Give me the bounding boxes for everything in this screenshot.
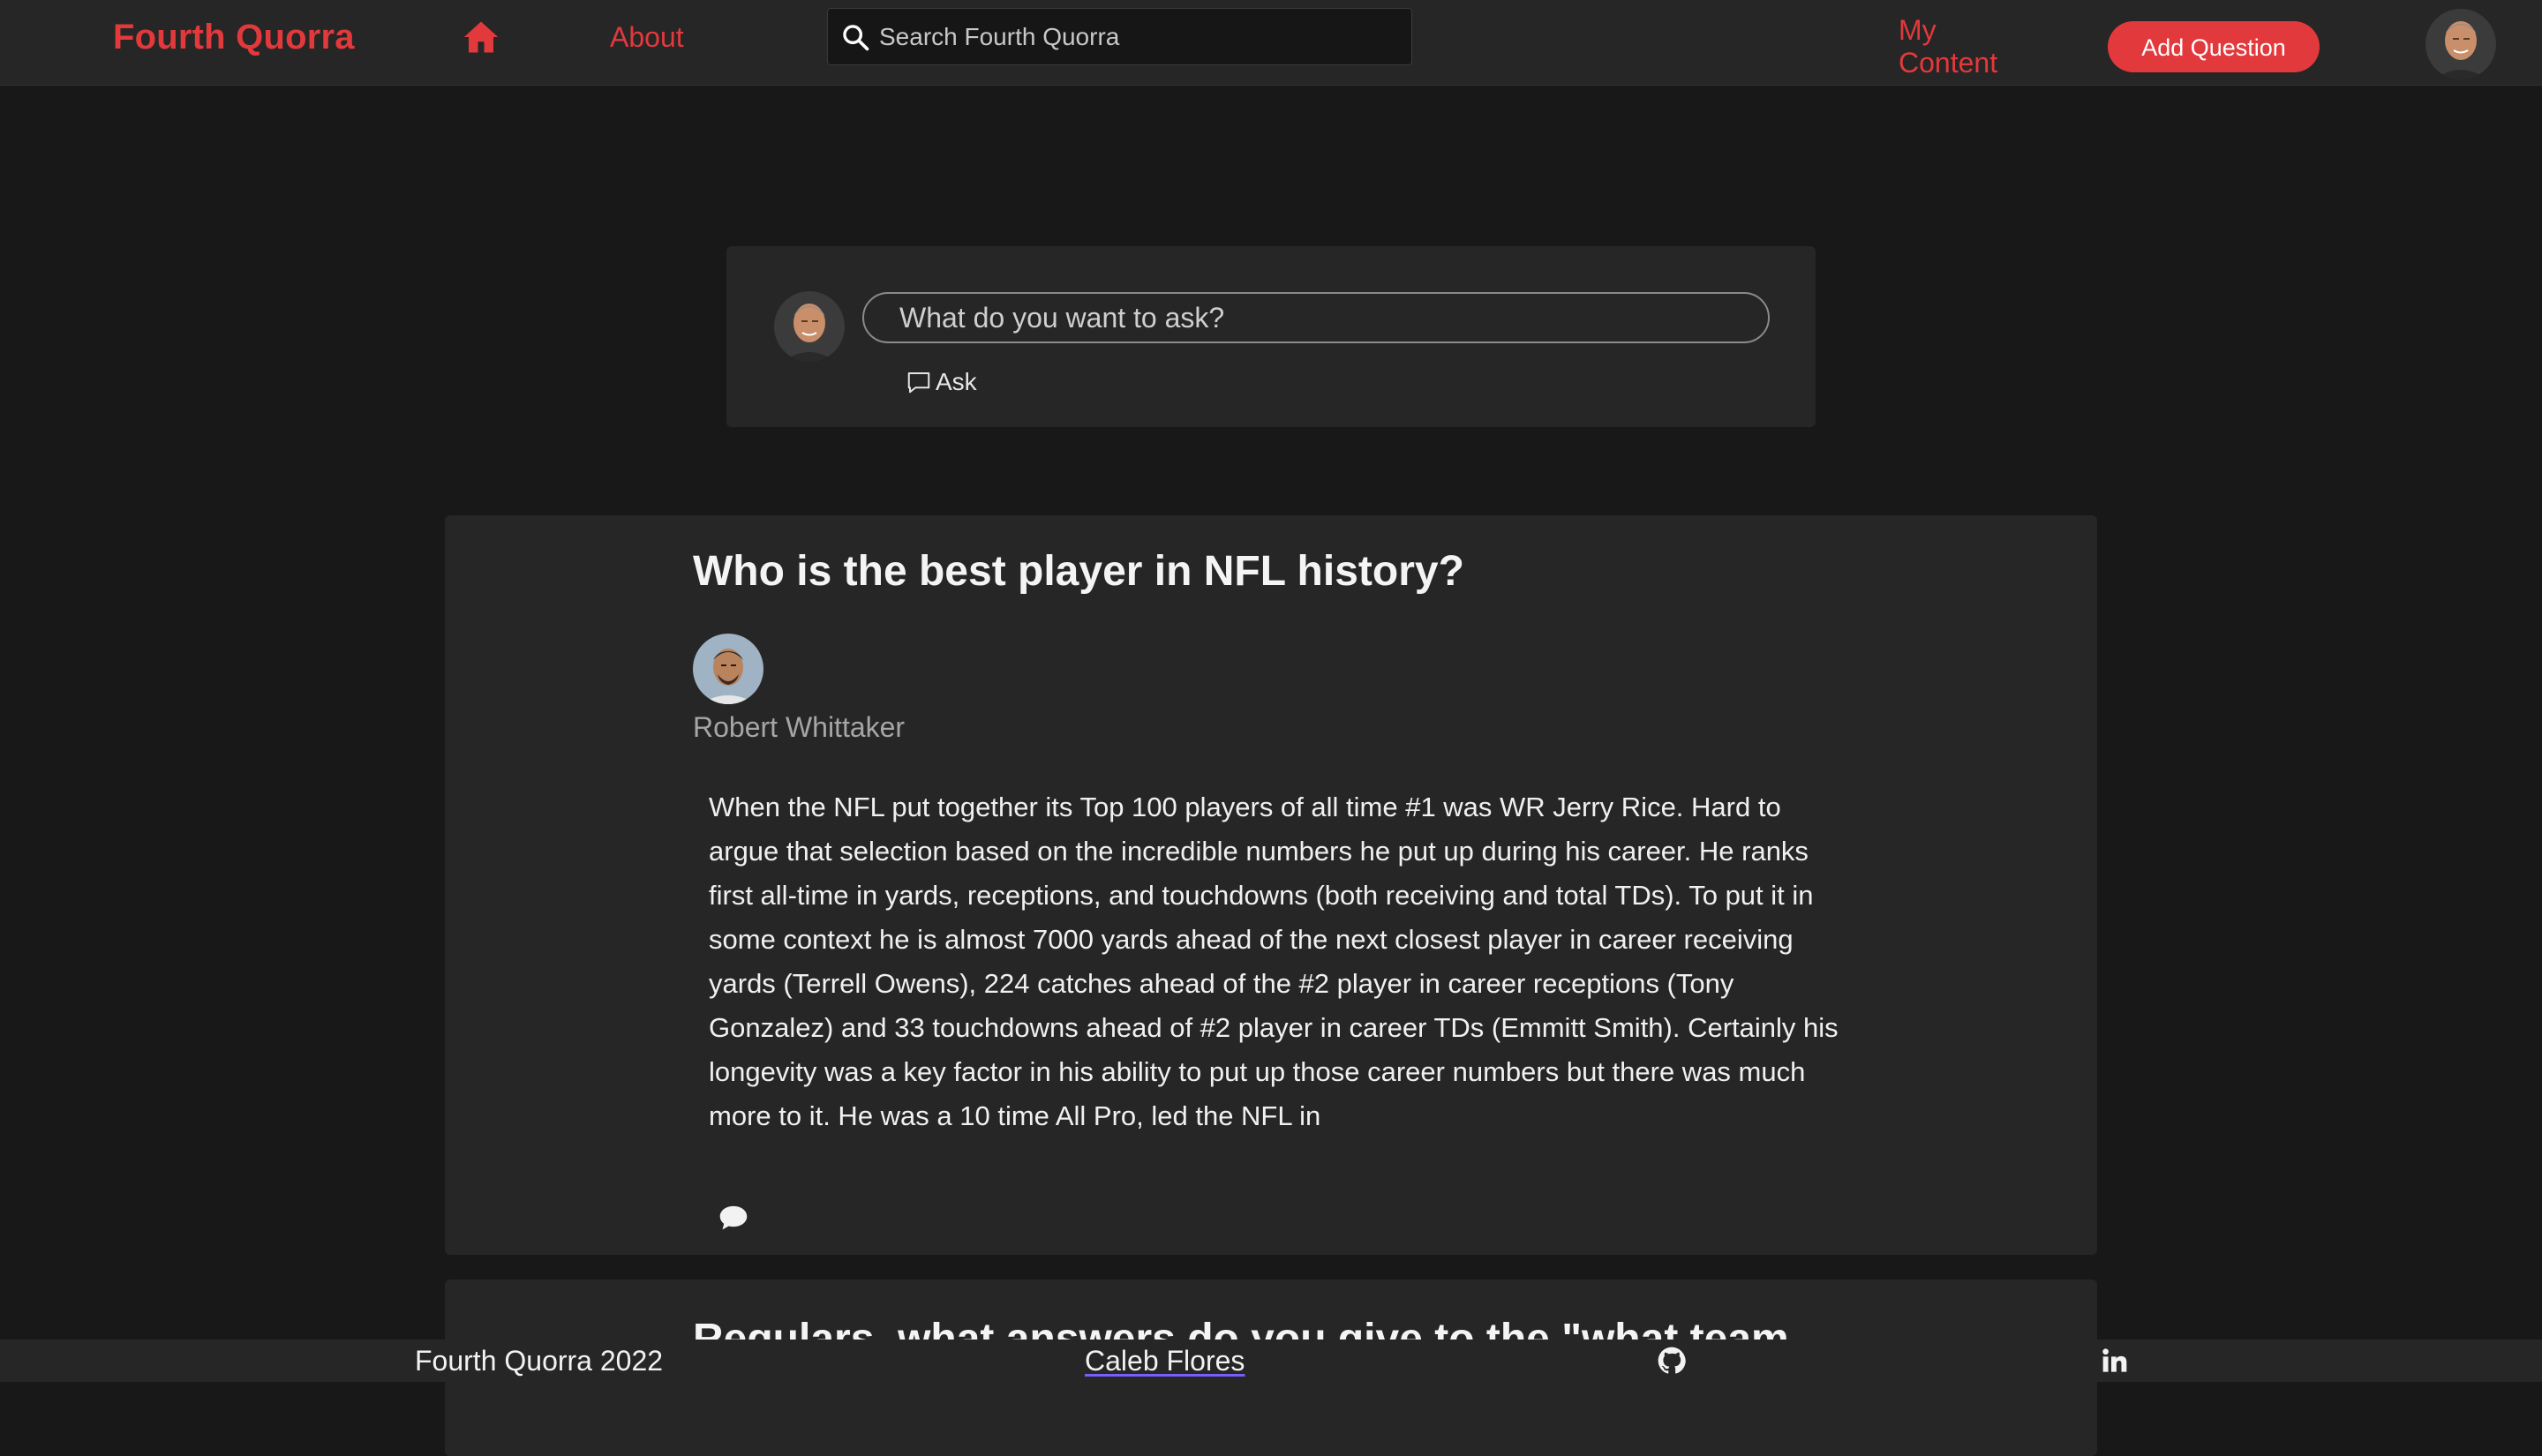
footer: Fourth Quorra 2022 Caleb Flores: [0, 1340, 2542, 1382]
question-card: Who is the best player in NFL history? R…: [445, 515, 2097, 1255]
ask-button[interactable]: Ask: [906, 368, 977, 396]
linkedin-icon[interactable]: [2101, 1347, 2129, 1375]
user-avatar[interactable]: [2425, 9, 2496, 79]
user-avatar: [774, 291, 845, 362]
ask-question-input[interactable]: [862, 292, 1770, 343]
footer-copyright: Fourth Quorra 2022: [415, 1345, 664, 1377]
chat-bubble-icon: [907, 372, 930, 394]
search-icon: [843, 25, 869, 51]
ask-question-card: Ask: [726, 246, 1816, 427]
answer-text: When the NFL put together its Top 100 pl…: [709, 792, 1839, 1131]
home-icon[interactable]: [463, 19, 500, 55]
author-avatar[interactable]: [693, 634, 763, 704]
github-icon[interactable]: [1658, 1347, 1686, 1375]
top-navbar: Fourth Quorra About My Content Add Quest…: [0, 0, 2542, 86]
search-input[interactable]: [877, 9, 1398, 64]
nav-about-link[interactable]: About: [610, 21, 684, 54]
search-box: [827, 8, 1412, 65]
footer-author-link[interactable]: Caleb Flores: [1085, 1345, 1245, 1377]
author-name[interactable]: Robert Whittaker: [693, 711, 905, 744]
comment-icon[interactable]: [718, 1204, 749, 1232]
add-question-button[interactable]: Add Question: [2108, 21, 2320, 72]
question-title[interactable]: Who is the best player in NFL history?: [693, 547, 1464, 596]
my-content-link[interactable]: My Content: [1899, 14, 2040, 79]
site-logo[interactable]: Fourth Quorra: [113, 18, 355, 57]
ask-button-label: Ask: [936, 368, 977, 395]
